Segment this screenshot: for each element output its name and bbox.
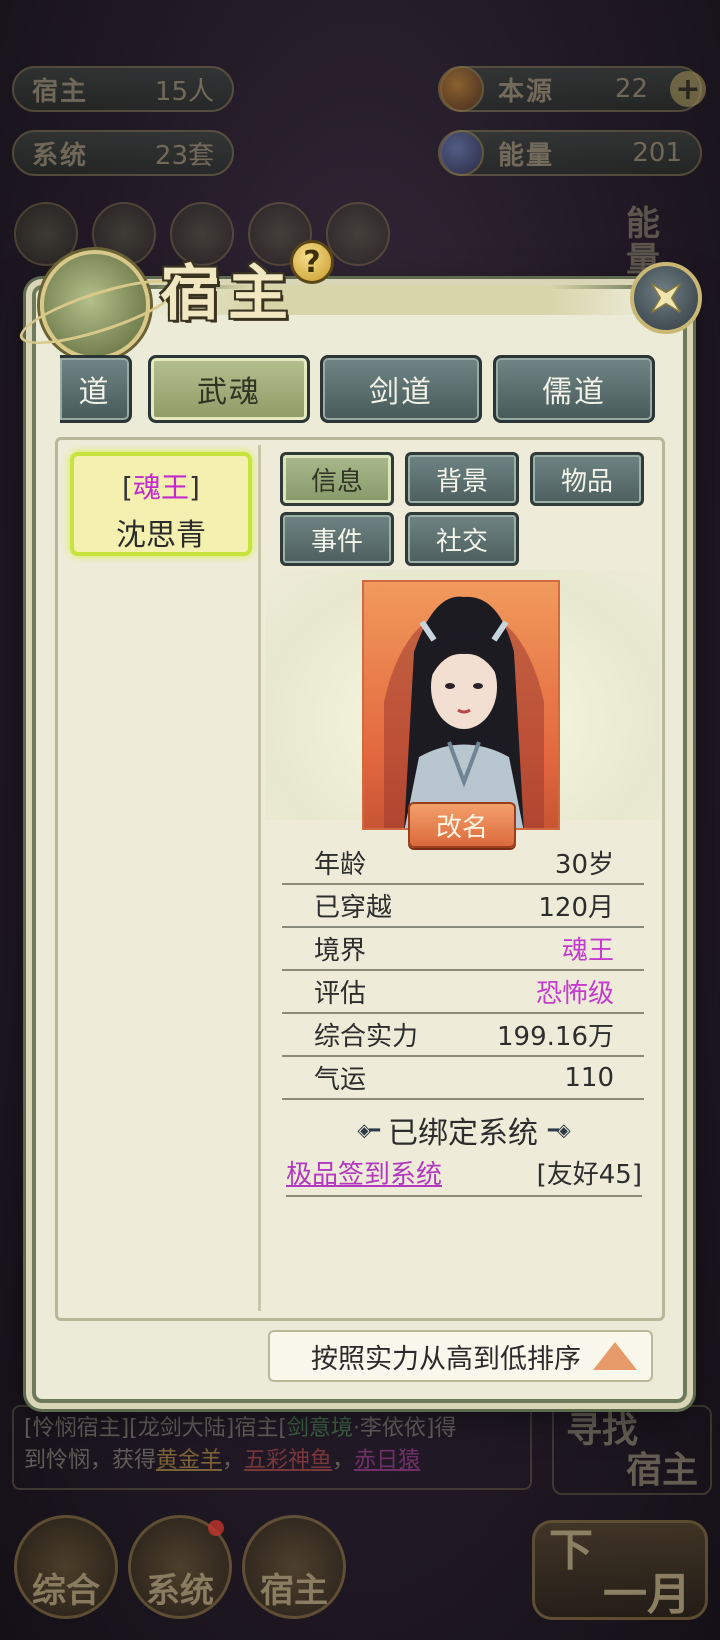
host-count-label: 宿主 xyxy=(32,76,89,107)
stat-label: 综合实力 xyxy=(314,1022,419,1052)
log-sep: ， xyxy=(222,1448,245,1473)
sort-label: 按照实力从高到低排序 xyxy=(311,1343,581,1375)
rename-label: 改名 xyxy=(435,812,488,843)
stat-row-age: 年龄 30岁 xyxy=(282,842,644,885)
system-count-pill: 系统 23套 xyxy=(12,130,234,176)
stat-row-rating: 评估 恐怖级 xyxy=(282,971,644,1014)
log-text-2a: 到怜悯，获得 xyxy=(24,1448,157,1473)
bound-system-link[interactable]: 极品签到系统 xyxy=(286,1154,442,1191)
host-name: 沈思青 xyxy=(116,518,206,553)
sort-button[interactable]: 按照实力从高到低排序 xyxy=(268,1330,653,1382)
stat-row-power: 综合实力 199.16万 xyxy=(282,1014,644,1057)
subtab-label: 事件 xyxy=(310,526,363,557)
bound-systems-heading: ◈━ 已绑定系统 ━◈ xyxy=(282,1108,644,1152)
subtab-social[interactable]: 社交 xyxy=(405,512,519,566)
notification-dot xyxy=(208,1520,224,1536)
bound-systems-title: 已绑定系统 xyxy=(388,1116,538,1151)
subtab-label: 社交 xyxy=(435,526,488,557)
stat-label: 评估 xyxy=(314,979,367,1009)
log-item-link[interactable]: 五彩神鱼 xyxy=(244,1448,332,1473)
stat-value: 120月 xyxy=(538,893,614,923)
tab-jiandao[interactable]: 剑道 xyxy=(320,355,482,423)
subtab-events[interactable]: 事件 xyxy=(280,512,394,566)
sort-ascending-icon xyxy=(593,1342,637,1370)
stat-row-realm: 境界 魂王 xyxy=(282,928,644,971)
stat-value: 110 xyxy=(564,1062,614,1093)
log-text-1c: ·李依依]得 xyxy=(352,1416,457,1441)
menu-icon-5[interactable] xyxy=(326,202,390,266)
tab-label: 道 xyxy=(78,375,111,410)
energy-value: 201 xyxy=(632,138,682,168)
stat-label: 气运 xyxy=(314,1065,367,1095)
find-host-line-1: 寻找 xyxy=(566,1410,639,1451)
stat-label: 年龄 xyxy=(314,850,367,880)
host-count-pill: 宿主 15人 xyxy=(12,66,234,112)
stat-row-luck: 气运 110 xyxy=(282,1057,644,1100)
tab-wuhun[interactable]: 武魂 xyxy=(148,355,310,423)
log-sep: ， xyxy=(332,1448,355,1473)
tab-label: 剑道 xyxy=(369,375,433,410)
find-host-line-2: 宿主 xyxy=(625,1450,698,1491)
energy-label: 能量 xyxy=(498,140,555,171)
nav-overview-button[interactable]: 综合 xyxy=(14,1515,118,1619)
stat-value: 30岁 xyxy=(554,850,614,880)
event-log-line-2: 到怜悯，获得黄金羊，五彩神鱼，赤日猿 xyxy=(24,1445,520,1477)
host-portrait-art xyxy=(384,596,544,828)
host-realm-name: 魂王 xyxy=(132,471,189,504)
ornament-right-icon: ━◈ xyxy=(548,1119,571,1141)
next-month-line-2: 一月 xyxy=(603,1569,691,1620)
stat-value: 魂王 xyxy=(561,936,614,966)
nav-host-label: 宿主 xyxy=(260,1571,328,1611)
subtab-label: 信息 xyxy=(310,466,363,497)
host-realm: [魂王] xyxy=(122,471,200,504)
stat-label: 已穿越 xyxy=(314,893,393,923)
planet-emblem-icon xyxy=(40,250,150,360)
system-count-value: 23套 xyxy=(154,140,214,171)
tab-label: 儒道 xyxy=(542,375,606,410)
event-log: [怜悯宿主][龙剑大陆]宿主[剑意境·李依依]得 到怜悯，获得黄金羊，五彩神鱼，… xyxy=(12,1405,532,1490)
log-text-1a: [怜悯宿主][龙剑大陆]宿主[ xyxy=(24,1416,287,1441)
stat-row-traveled: 已穿越 120月 xyxy=(282,885,644,928)
stat-label: 境界 xyxy=(314,936,367,966)
subtab-label: 物品 xyxy=(560,466,613,497)
host-portrait xyxy=(362,580,560,830)
origin-value: 22 xyxy=(614,74,648,104)
tab-rudao[interactable]: 儒道 xyxy=(493,355,655,423)
next-month-line-1: 下 xyxy=(549,1525,593,1576)
find-host-button[interactable]: 寻找 宿主 xyxy=(552,1405,712,1495)
subtab-label: 背景 xyxy=(435,466,488,497)
energy-orb-icon xyxy=(438,130,484,176)
nav-system-label: 系统 xyxy=(146,1571,214,1611)
host-list-item[interactable]: [魂王] 沈思青 xyxy=(70,452,252,556)
nav-host-button[interactable]: 宿主 xyxy=(242,1515,346,1619)
event-log-line-1: [怜悯宿主][龙剑大陆]宿主[剑意境·李依依]得 xyxy=(24,1413,520,1445)
bound-system-relation: [友好45] xyxy=(536,1159,642,1190)
next-month-button[interactable]: 下 一月 xyxy=(532,1520,708,1620)
close-button[interactable] xyxy=(630,262,702,334)
origin-flame-icon xyxy=(438,66,484,112)
tab-dao[interactable]: 道 xyxy=(60,355,132,423)
add-origin-button[interactable]: + xyxy=(670,71,706,107)
log-item-link[interactable]: 赤日猿 xyxy=(354,1448,420,1473)
origin-label: 本源 xyxy=(498,76,555,107)
stat-value: 199.16万 xyxy=(497,1022,614,1052)
tab-label: 武魂 xyxy=(197,375,261,410)
host-count-value: 15人 xyxy=(154,76,214,107)
help-button[interactable]: ? xyxy=(290,240,334,284)
panel-divider xyxy=(258,445,261,1311)
subtab-items[interactable]: 物品 xyxy=(530,452,644,506)
close-icon xyxy=(651,283,681,313)
log-realm-text: 剑意境 xyxy=(286,1416,353,1441)
bound-system-row: 极品签到系统 [友好45] xyxy=(286,1153,642,1197)
system-count-label: 系统 xyxy=(32,140,89,171)
subtab-background[interactable]: 背景 xyxy=(405,452,519,506)
subtab-info[interactable]: 信息 xyxy=(280,452,394,506)
log-item-link[interactable]: 黄金羊 xyxy=(156,1448,222,1473)
ornament-left-icon: ◈━ xyxy=(357,1119,380,1141)
nav-overview-label: 综合 xyxy=(32,1571,100,1611)
dialog-title: 宿主 xyxy=(160,259,296,329)
stat-value: 恐怖级 xyxy=(535,979,614,1009)
